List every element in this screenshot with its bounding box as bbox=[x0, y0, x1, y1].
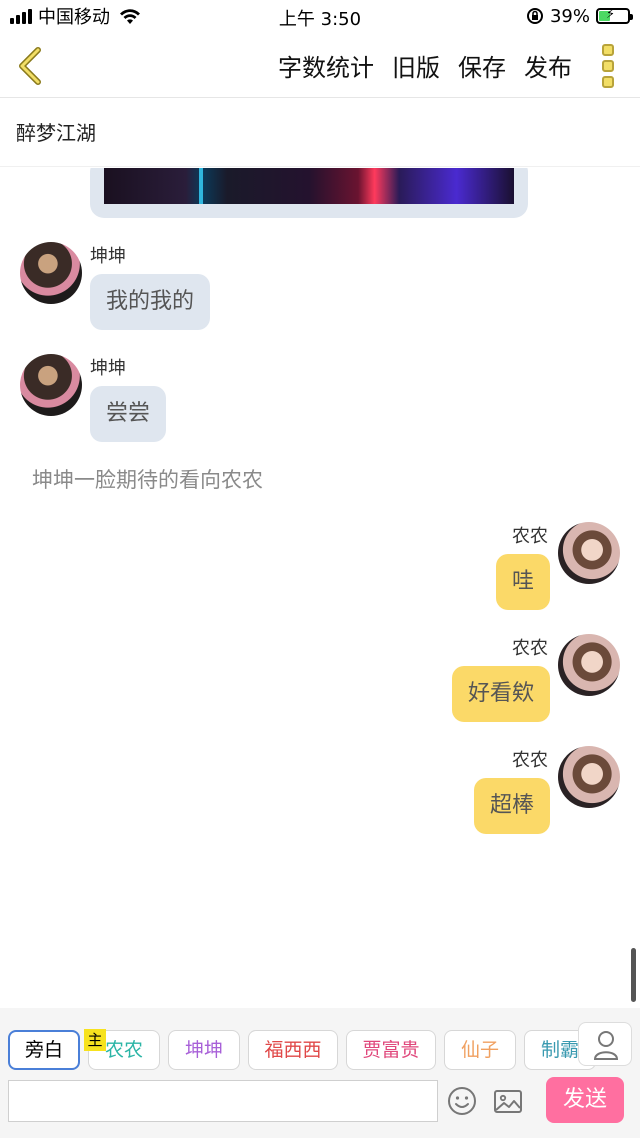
back-chevron-icon[interactable] bbox=[12, 44, 48, 88]
role-chip-kunkun[interactable]: 坤坤 bbox=[168, 1030, 240, 1070]
send-button[interactable]: 发送 bbox=[546, 1077, 624, 1123]
image-icon[interactable] bbox=[492, 1085, 524, 1117]
role-manage-button[interactable] bbox=[578, 1022, 632, 1066]
message-bubble[interactable]: 超棒 bbox=[473, 778, 550, 834]
battery-icon: ⚡ bbox=[596, 7, 633, 24]
role-chip-fuxixi[interactable]: 福西西 bbox=[248, 1030, 338, 1070]
top-nav-bar: 字数统计 旧版 保存 发布 bbox=[0, 34, 640, 98]
avatar-kunkun[interactable] bbox=[20, 242, 82, 304]
story-title: 醉梦江湖 bbox=[0, 99, 640, 167]
orientation-lock-icon bbox=[526, 8, 543, 24]
old-version-button[interactable]: 旧版 bbox=[392, 48, 440, 83]
message-image[interactable] bbox=[104, 168, 514, 204]
message-bubble[interactable]: 哇 bbox=[495, 554, 550, 610]
charging-bolt-icon: ⚡ bbox=[606, 7, 616, 22]
avatar-nongnong[interactable] bbox=[558, 634, 620, 696]
nav-actions: 字数统计 旧版 保存 发布 bbox=[278, 48, 572, 83]
word-count-button[interactable]: 字数统计 bbox=[278, 48, 374, 83]
narration-text[interactable]: 坤坤一脸期待的看向农农 bbox=[32, 464, 263, 494]
message-sender: 农农 bbox=[512, 526, 548, 547]
message-bubble[interactable]: 好看欸 bbox=[451, 666, 550, 722]
role-chip-xianzi[interactable]: 仙子 bbox=[444, 1030, 516, 1070]
more-menu-icon[interactable] bbox=[602, 44, 618, 88]
battery-percent: 39% bbox=[549, 5, 590, 27]
chat-area[interactable]: 坤坤 我的我的 坤坤 尝尝 坤坤一脸期待的看向农农 农农 哇 农农 好看欸 农农… bbox=[0, 168, 640, 1008]
avatar-nongnong[interactable] bbox=[558, 522, 620, 584]
publish-button[interactable]: 发布 bbox=[524, 48, 572, 83]
chat-scrollbar[interactable] bbox=[631, 948, 636, 1002]
avatar-nongnong[interactable] bbox=[558, 746, 620, 808]
person-icon bbox=[593, 1031, 619, 1060]
message-sender: 坤坤 bbox=[90, 358, 126, 379]
role-chip-narrator[interactable]: 旁白 bbox=[8, 1030, 80, 1070]
status-right: 39% ⚡ bbox=[526, 5, 633, 27]
avatar-kunkun[interactable] bbox=[20, 354, 82, 416]
message-bubble[interactable]: 尝尝 bbox=[90, 386, 167, 442]
message-bubble[interactable]: 我的我的 bbox=[90, 274, 211, 330]
status-bar: 中国移动 上午 3:50 39% ⚡ bbox=[0, 0, 640, 34]
emoji-icon[interactable] bbox=[446, 1085, 478, 1117]
message-sender: 坤坤 bbox=[90, 246, 126, 267]
host-badge: 主 bbox=[84, 1029, 106, 1051]
message-sender: 农农 bbox=[512, 750, 548, 771]
save-button[interactable]: 保存 bbox=[458, 48, 506, 83]
role-chip-jiafugui[interactable]: 贾富贵 bbox=[346, 1030, 436, 1070]
message-input[interactable] bbox=[8, 1080, 438, 1122]
message-sender: 农农 bbox=[512, 638, 548, 659]
image-message-bubble[interactable] bbox=[90, 168, 528, 218]
